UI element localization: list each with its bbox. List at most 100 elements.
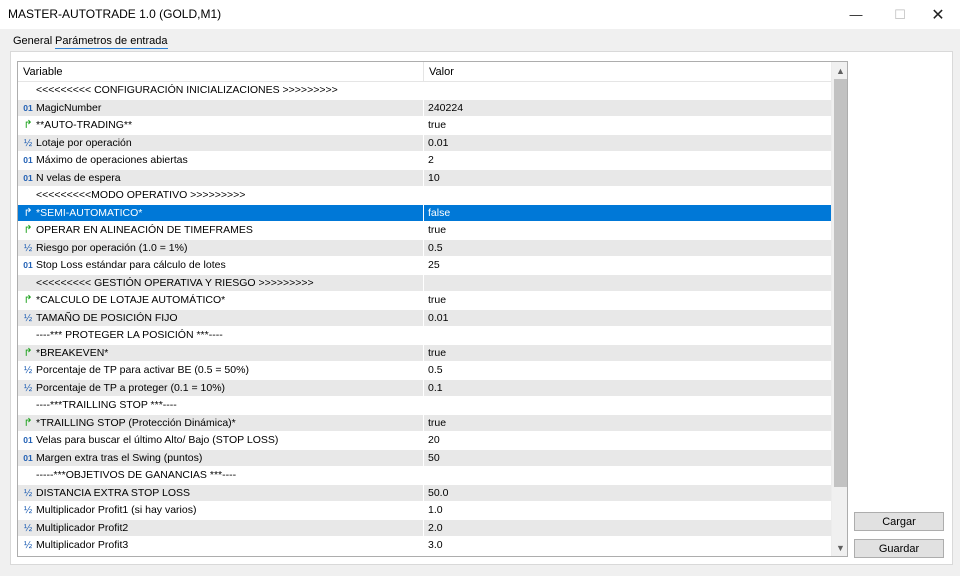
value-cell[interactable]: 0.5 <box>424 362 831 379</box>
variable-cell[interactable]: ½ Multiplicador Profit1 (si hay varios) <box>18 502 424 519</box>
table-row[interactable]: 01 Máximo de operaciones abiertas 2 <box>18 152 831 170</box>
value-cell[interactable] <box>424 82 831 99</box>
table-row[interactable]: ½ Multiplicador Profit3 3.0 <box>18 537 831 555</box>
column-header-variable[interactable]: Variable <box>18 62 424 82</box>
table-row[interactable]: 01 Stop Loss estándar para cálculo de lot… <box>18 257 831 275</box>
variable-cell[interactable]: ½ TAMAÑO DE POSICIÓN FIJO <box>18 309 424 327</box>
value-cell[interactable]: 0.01 <box>424 135 831 152</box>
variable-cell[interactable]: ↱ *BREAKEVEN* <box>18 344 424 362</box>
grid-rows: <<<<<<<<< CONFIGURACIÓN INICIALIZACIONES… <box>18 82 831 555</box>
column-header-value[interactable]: Valor <box>424 62 831 82</box>
table-row[interactable]: ↱ *BREAKEVEN* true <box>18 344 831 362</box>
parameters-grid[interactable]: Variable Valor <<<<<<<<< CONFIGURACIÓN I… <box>17 61 848 557</box>
tab-general[interactable]: General <box>13 35 52 47</box>
variable-cell[interactable]: ½ Multiplicador Profit3 <box>18 537 424 554</box>
variable-cell[interactable]: ↱ **AUTO-TRADING** <box>18 117 424 134</box>
value-cell[interactable] <box>424 467 831 484</box>
variable-cell[interactable]: -----***OBJETIVOS DE GANANCIAS ***---- <box>18 467 424 484</box>
variable-cell[interactable]: ↱ *CALCULO DE LOTAJE AUTOMÁTICO* <box>18 292 424 309</box>
table-row[interactable]: ½ Multiplicador Profit2 2.0 <box>18 519 831 537</box>
variable-cell[interactable]: <<<<<<<<< GESTIÓN OPERATIVA Y RIESGO >>>… <box>18 274 424 292</box>
value-cell[interactable]: 0.1 <box>424 380 831 397</box>
table-row[interactable]: 01 MagicNumber 240224 <box>18 99 831 117</box>
table-row[interactable]: <<<<<<<<< CONFIGURACIÓN INICIALIZACIONES… <box>18 82 831 100</box>
table-row[interactable]: ↱ **AUTO-TRADING** true <box>18 117 831 135</box>
variable-cell[interactable]: <<<<<<<<<MODO OPERATIVO >>>>>>>>> <box>18 187 424 204</box>
variable-cell[interactable]: ½ Lotaje por operación <box>18 134 424 152</box>
scroll-thumb[interactable] <box>834 79 847 487</box>
table-row[interactable]: ½ Porcentaje de TP a proteger (0.1 = 10%)… <box>18 379 831 397</box>
table-row[interactable]: ↱ OPERAR EN ALINEACIÓN DE TIMEFRAMES true <box>18 222 831 240</box>
table-row[interactable]: ----*** PROTEGER LA POSICIÓN ***---- <box>18 327 831 345</box>
variable-cell[interactable]: ½ Porcentaje de TP para activar BE (0.5 =… <box>18 362 424 379</box>
variable-cell[interactable]: ½ Multiplicador Profit2 <box>18 519 424 537</box>
value-cell[interactable]: 50.0 <box>424 485 831 502</box>
minimize-button[interactable]: — <box>838 0 874 29</box>
table-row[interactable]: -----***OBJETIVOS DE GANANCIAS ***---- <box>18 467 831 485</box>
table-row[interactable]: <<<<<<<<<MODO OPERATIVO >>>>>>>>> <box>18 187 831 205</box>
value-cell[interactable]: false <box>424 205 831 222</box>
value-cell[interactable] <box>424 275 831 292</box>
table-row[interactable]: ↱ *TRAILLING STOP (Protección Dinámica)* t… <box>18 414 831 432</box>
variable-cell[interactable]: ↱ *SEMI-AUTOMATICO* <box>18 204 424 222</box>
variable-cell[interactable]: 01 N velas de espera <box>18 169 424 187</box>
table-row[interactable]: 01 Velas para buscar el último Alto/ Bajo… <box>18 432 831 450</box>
save-button[interactable]: Guardar <box>854 539 944 558</box>
value-cell[interactable]: true <box>424 415 831 432</box>
variable-cell[interactable]: 01 Stop Loss estándar para cálculo de lot… <box>18 257 424 274</box>
table-row[interactable]: <<<<<<<<< GESTIÓN OPERATIVA Y RIESGO >>>… <box>18 274 831 292</box>
variable-name: Stop Loss estándar para cálculo de lotes <box>36 259 226 271</box>
value-cell[interactable]: true <box>424 345 831 362</box>
table-row[interactable]: 01 Margen extra tras el Swing (puntos) 50 <box>18 449 831 467</box>
value-cell[interactable]: 3.0 <box>424 537 831 554</box>
table-row[interactable]: ½ Riesgo por operación (1.0 = 1%) 0.5 <box>18 239 831 257</box>
maximize-button[interactable]: ☐ <box>882 0 918 29</box>
variable-cell[interactable]: 01 Máximo de operaciones abiertas <box>18 152 424 169</box>
value-cell[interactable]: 20 <box>424 432 831 449</box>
variable-cell[interactable]: 01 MagicNumber <box>18 99 424 117</box>
value-cell[interactable]: true <box>424 222 831 239</box>
value-cell[interactable] <box>424 397 831 414</box>
table-row[interactable]: ----***TRAILLING STOP ***---- <box>18 397 831 415</box>
value-cell[interactable] <box>424 327 831 344</box>
table-row[interactable]: ½ Multiplicador Profit1 (si hay varios) 1.… <box>18 502 831 520</box>
table-row[interactable]: ½ TAMAÑO DE POSICIÓN FIJO 0.01 <box>18 309 831 327</box>
vertical-scrollbar[interactable]: ▲ ▼ <box>831 62 847 556</box>
value-cell[interactable]: 0.5 <box>424 240 831 257</box>
value-cell[interactable]: 1.0 <box>424 502 831 519</box>
variable-cell[interactable]: ----*** PROTEGER LA POSICIÓN ***---- <box>18 327 424 344</box>
variable-cell[interactable]: ½ Porcentaje de TP a proteger (0.1 = 10%) <box>18 379 424 397</box>
value-cell[interactable] <box>424 187 831 204</box>
value-cell[interactable]: 25 <box>424 257 831 274</box>
variable-cell[interactable]: ↱ OPERAR EN ALINEACIÓN DE TIMEFRAMES <box>18 222 424 239</box>
tab-input-parameters[interactable]: Parámetros de entrada <box>55 35 168 49</box>
close-button[interactable]: ✕ <box>920 0 956 29</box>
load-button[interactable]: Cargar <box>854 512 944 531</box>
table-row[interactable]: ½ DISTANCIA EXTRA STOP LOSS 50.0 <box>18 484 831 502</box>
table-row[interactable]: ½ Porcentaje de TP para activar BE (0.5 =… <box>18 362 831 380</box>
table-row[interactable]: ½ Lotaje por operación 0.01 <box>18 134 831 152</box>
scroll-down-icon[interactable]: ▼ <box>832 539 847 556</box>
double-icon: ½ <box>23 505 33 516</box>
variable-name: *BREAKEVEN* <box>36 346 109 359</box>
value-cell[interactable]: 50 <box>424 450 831 467</box>
variable-cell[interactable]: 01 Velas para buscar el último Alto/ Bajo… <box>18 432 424 449</box>
table-row[interactable]: ↱ *CALCULO DE LOTAJE AUTOMÁTICO* true <box>18 292 831 310</box>
variable-cell[interactable]: <<<<<<<<< CONFIGURACIÓN INICIALIZACIONES… <box>18 82 424 99</box>
variable-cell[interactable]: ½ Riesgo por operación (1.0 = 1%) <box>18 239 424 257</box>
scroll-up-icon[interactable]: ▲ <box>832 62 847 79</box>
variable-cell[interactable]: ↱ *TRAILLING STOP (Protección Dinámica)* <box>18 414 424 432</box>
value-cell[interactable]: true <box>424 292 831 309</box>
value-cell[interactable]: 240224 <box>424 100 831 117</box>
value-cell[interactable]: 2.0 <box>424 520 831 537</box>
value-cell[interactable]: 0.01 <box>424 310 831 327</box>
table-row-selected[interactable]: ↱ *SEMI-AUTOMATICO* false <box>18 204 831 222</box>
variable-cell[interactable]: ----***TRAILLING STOP ***---- <box>18 397 424 414</box>
variable-name: *CALCULO DE LOTAJE AUTOMÁTICO* <box>36 294 226 306</box>
variable-cell[interactable]: 01 Margen extra tras el Swing (puntos) <box>18 449 424 467</box>
value-cell[interactable]: true <box>424 117 831 134</box>
value-cell[interactable]: 2 <box>424 152 831 169</box>
variable-cell[interactable]: ½ DISTANCIA EXTRA STOP LOSS <box>18 484 424 502</box>
table-row[interactable]: 01 N velas de espera 10 <box>18 169 831 187</box>
value-cell[interactable]: 10 <box>424 170 831 187</box>
